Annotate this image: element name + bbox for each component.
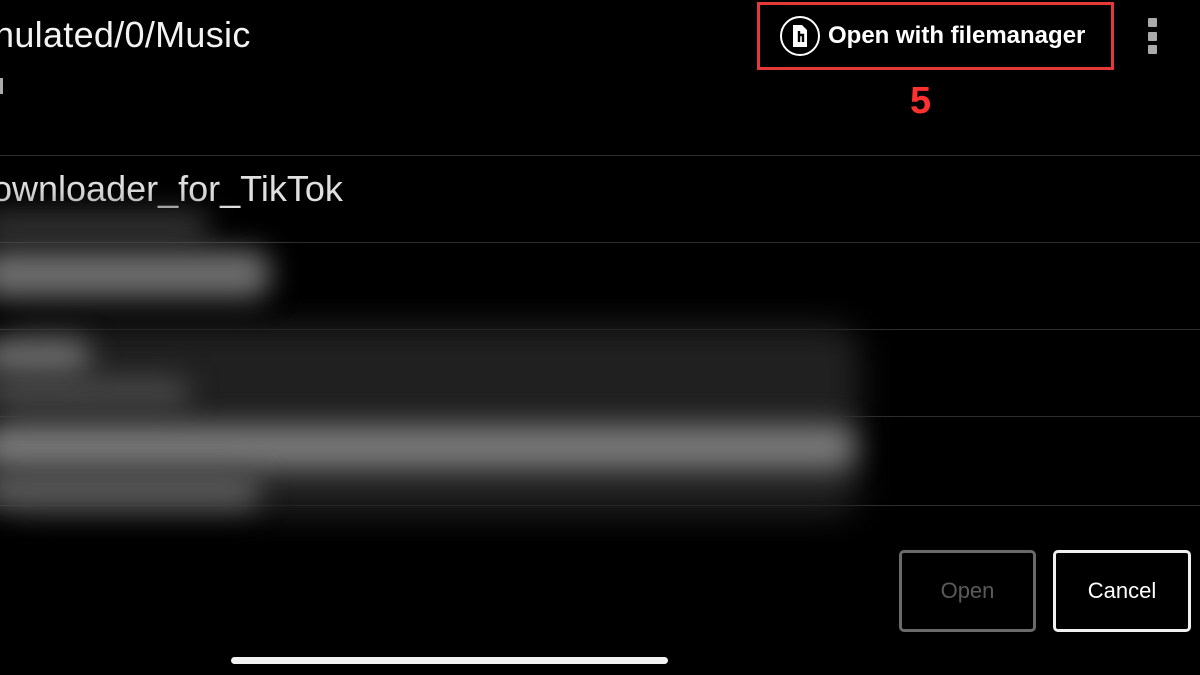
- highlight-annotation-box: [757, 2, 1114, 70]
- redaction-blur: [0, 340, 90, 374]
- step-number-annotation: 5: [910, 80, 932, 122]
- redaction-blur: [0, 378, 190, 406]
- overflow-menu-icon[interactable]: [1140, 16, 1164, 56]
- redaction-blur: [0, 212, 210, 238]
- list-item-label: ownloader_for_TikTok: [0, 168, 343, 209]
- cancel-button[interactable]: Cancel: [1053, 550, 1191, 632]
- redaction-blur: [0, 472, 260, 508]
- home-indicator-bar[interactable]: [231, 657, 668, 664]
- current-path-title: nulated/0/Music: [0, 14, 251, 55]
- redaction-blur: [0, 425, 855, 469]
- open-button[interactable]: Open: [899, 550, 1036, 632]
- redaction-blur: [0, 250, 270, 298]
- back-arrow-fragment[interactable]: [0, 78, 3, 94]
